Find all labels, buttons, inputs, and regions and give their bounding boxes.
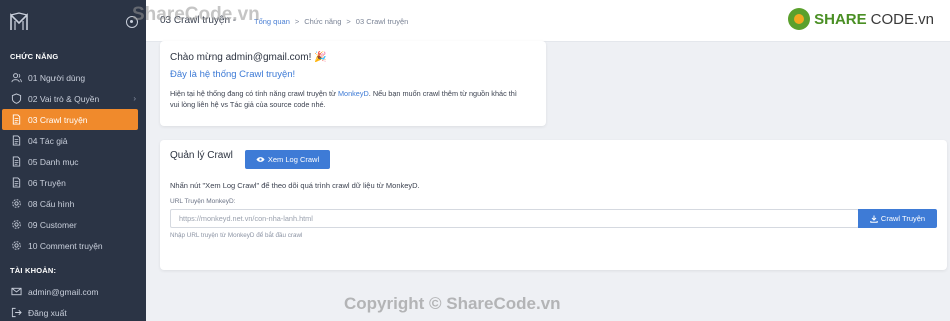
logout-icon	[10, 307, 22, 319]
sidebar-item-config[interactable]: 08 Cấu hình	[0, 193, 146, 214]
document-icon	[10, 114, 22, 126]
watermark-bottom: Copyright © ShareCode.vn	[344, 294, 561, 313]
users-icon	[10, 72, 22, 84]
watermark-logo-main: SHARE	[814, 10, 867, 28]
crawl-card-title: Quản lý Crawl	[170, 150, 233, 161]
app-logo[interactable]	[8, 11, 30, 33]
sidebar-item-label: 06 Truyện	[28, 177, 66, 188]
sharecode-logo-icon	[788, 8, 811, 30]
url-label: URL Truyện MonkeyD:	[170, 198, 236, 205]
breadcrumb-current: 03 Crawl truyện	[355, 17, 409, 26]
monkeyd-link[interactable]: MonkeyD	[338, 89, 369, 98]
sidebar-item-roles[interactable]: 02 Vai trò & Quyền ›	[0, 88, 146, 109]
document-icon	[10, 177, 22, 189]
sidebar-item-label: 09 Customer	[28, 219, 77, 230]
sidebar-item-label: Đăng xuất	[28, 307, 67, 318]
topbar: 03 Crawl truyện - Tổng quan > Chức năng …	[146, 0, 950, 42]
sidebar-brand	[0, 0, 146, 44]
breadcrumb-separator: >	[294, 17, 300, 26]
breadcrumb-separator: >	[346, 17, 351, 26]
sidebar-item-label: 01 Người dùng	[28, 72, 86, 83]
crawl-button[interactable]: Crawl Truyện	[858, 209, 937, 228]
sidebar-item-label: 05 Danh mục	[28, 156, 79, 167]
mail-icon	[10, 286, 22, 298]
welcome-subtitle: Đây là hệ thống Crawl truyện!	[170, 69, 296, 80]
sidebar-item-label: 04 Tác giả	[28, 135, 68, 146]
sidebar-item-categories[interactable]: 05 Danh mục	[0, 151, 146, 172]
sidebar-item-label: 02 Vai trò & Quyền	[28, 93, 100, 104]
document-icon	[10, 135, 22, 147]
view-log-button[interactable]: Xem Log Crawl	[245, 150, 330, 169]
watermark-top: ShareCode.vn	[132, 4, 260, 25]
sidebar-item-customer[interactable]: 09 Customer	[0, 214, 146, 235]
sidebar: CHỨC NĂNG 01 Người dùng 02 Vai trò & Quy…	[0, 0, 146, 321]
watermark-logo-suffix: CODE.vn	[870, 10, 934, 28]
sidebar-item-label: admin@gmail.com	[28, 286, 99, 297]
sidebar-item-label: 10 Comment truyện	[28, 240, 103, 251]
shield-icon	[10, 93, 22, 105]
breadcrumb: Tổng quan > Chức năng > 03 Crawl truyện	[254, 17, 408, 26]
sidebar-section-account: TÀI KHOẢN:	[10, 266, 57, 275]
sidebar-item-stories[interactable]: 06 Truyện	[0, 172, 146, 193]
sidebar-item-label: 08 Cấu hình	[28, 198, 75, 209]
welcome-greeting: Chào mừng admin@gmail.com! 🎉	[170, 52, 327, 63]
url-input[interactable]	[170, 209, 859, 228]
crawl-button-label: Crawl Truyện	[880, 214, 926, 223]
download-icon	[870, 215, 878, 223]
breadcrumb-features: Chức năng	[304, 17, 342, 26]
chevron-right-icon: ›	[133, 94, 136, 103]
crawl-card: Quản lý Crawl Xem Log Crawl Nhấn nút "Xe…	[160, 140, 947, 270]
gear-icon	[10, 240, 22, 252]
crawl-note: Nhấn nút "Xem Log Crawl" để theo dõi quá…	[170, 181, 420, 190]
welcome-desc-prefix: Hiện tại hệ thống đang có tính năng craw…	[170, 89, 338, 98]
view-log-label: Xem Log Crawl	[267, 155, 320, 164]
url-hint: Nhập URL truyện từ MonkeyD để bắt đầu cr…	[170, 232, 303, 239]
sidebar-item-users[interactable]: 01 Người dùng	[0, 67, 146, 88]
sidebar-item-label: 03 Crawl truyện	[28, 114, 88, 125]
welcome-card: Chào mừng admin@gmail.com! 🎉 Đây là hệ t…	[160, 41, 546, 126]
eye-icon	[256, 157, 265, 162]
document-icon	[10, 156, 22, 168]
gear-icon	[10, 198, 22, 210]
sidebar-item-comments[interactable]: 10 Comment truyện	[0, 235, 146, 256]
sidebar-item-logout[interactable]: Đăng xuất	[0, 302, 146, 321]
welcome-description: Hiện tại hệ thống đang có tính năng craw…	[170, 88, 520, 110]
sidebar-item-crawl[interactable]: 03 Crawl truyện	[2, 109, 138, 130]
sidebar-item-authors[interactable]: 04 Tác giả	[0, 130, 146, 151]
gear-icon	[10, 219, 22, 231]
sidebar-section-features: CHỨC NĂNG	[10, 52, 59, 61]
sidebar-item-account-email[interactable]: admin@gmail.com	[0, 281, 146, 302]
watermark-logo: SHARE CODE.vn	[788, 8, 934, 30]
